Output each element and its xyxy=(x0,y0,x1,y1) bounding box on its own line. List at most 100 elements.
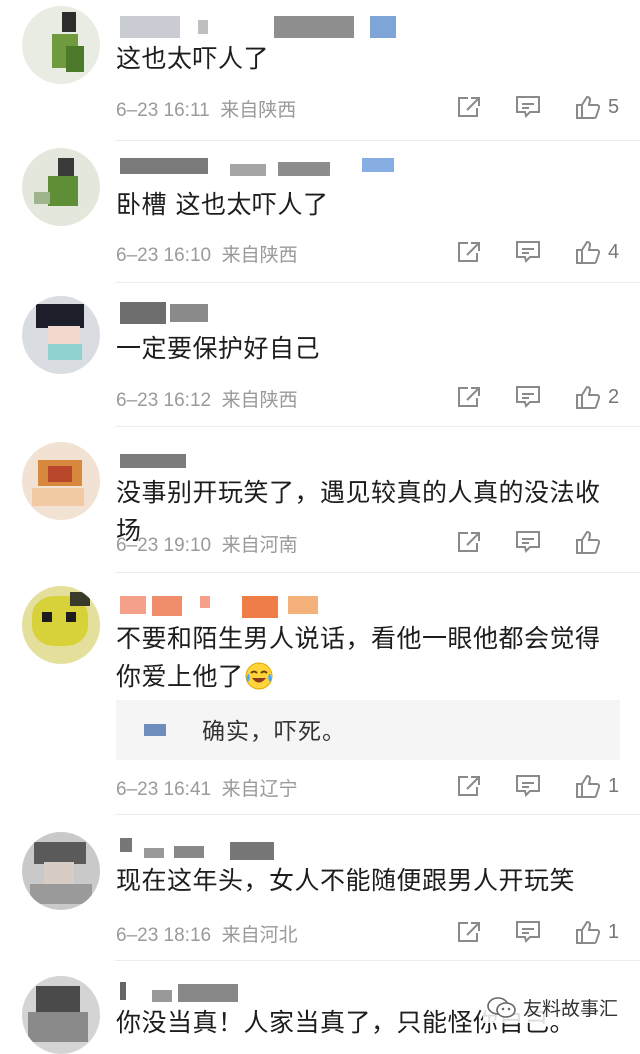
share-button[interactable] xyxy=(456,530,482,554)
comment-button[interactable] xyxy=(514,919,542,945)
divider xyxy=(115,572,640,573)
comment-time: 6–23 19:10 xyxy=(116,535,212,556)
comment-icon xyxy=(516,241,540,263)
comment-button[interactable] xyxy=(514,529,542,555)
comment-time: 6–23 16:11 xyxy=(116,100,210,121)
like-button[interactable]: 1 xyxy=(574,773,620,799)
comment-meta: 6–23 19:10 来自河南 xyxy=(116,530,298,557)
like-count: 5 xyxy=(608,95,620,118)
comment-button[interactable] xyxy=(514,773,542,799)
comment-meta: 6–23 16:12 来自陕西 xyxy=(116,385,298,412)
comment-meta: 6–23 18:16 来自河北 xyxy=(116,920,298,947)
like-button[interactable] xyxy=(574,529,620,555)
thumbs-up-icon xyxy=(576,774,601,798)
comment-icon xyxy=(516,96,540,118)
comment-location: 来自陕西 xyxy=(220,100,297,121)
avatar[interactable] xyxy=(22,586,100,664)
comment-text-content: 不要和陌生男人说话，看他一眼他都会觉得你爱上他了 xyxy=(116,624,601,691)
comment-actions: 2 xyxy=(456,382,620,412)
comment-time: 6–23 16:12 xyxy=(116,390,212,411)
laugh-cry-emoji-icon xyxy=(245,662,273,690)
username-blurred[interactable] xyxy=(118,838,278,860)
comment-actions: 4 xyxy=(456,237,620,267)
comment-button[interactable] xyxy=(514,384,542,410)
comment-time: 6–23 16:10 xyxy=(116,245,212,266)
comment-item: 没事别开玩笑了，遇见较真的人真的没法收场 6–23 19:10 来自河南 xyxy=(0,428,640,570)
comment-location: 来自陕西 xyxy=(221,390,298,411)
comment-actions: 1 xyxy=(456,917,620,947)
share-icon xyxy=(458,242,480,262)
thumbs-up-icon xyxy=(576,385,601,409)
comment-time: 6–23 16:41 xyxy=(116,779,212,800)
watermark: 友料故事汇 xyxy=(482,992,622,1023)
avatar[interactable] xyxy=(22,976,100,1054)
avatar[interactable] xyxy=(22,442,100,520)
like-count: 4 xyxy=(608,240,620,263)
share-icon xyxy=(458,387,480,407)
reply-text: 确实，吓死。 xyxy=(202,719,346,745)
thumbs-up-icon xyxy=(576,95,601,119)
wechat-icon xyxy=(487,996,516,1018)
watermark-text: 友料故事汇 xyxy=(522,998,618,1020)
like-button[interactable]: 5 xyxy=(574,94,620,120)
like-count: 2 xyxy=(608,385,620,408)
like-button[interactable]: 1 xyxy=(574,919,620,945)
comment-icon xyxy=(516,531,540,553)
comment-meta: 6–23 16:41 来自辽宁 xyxy=(116,774,298,801)
comment-location: 来自河南 xyxy=(221,535,298,556)
comment-text: 不要和陌生男人说话，看他一眼他都会觉得你爱上他了 xyxy=(116,620,620,696)
comment-text: 现在这年头，女人不能随便跟男人开玩笑 xyxy=(116,866,576,895)
comment-item: 卧槽 这也太吓人了 6–23 16:10 来自陕西 4 xyxy=(0,142,640,280)
share-icon xyxy=(458,97,480,117)
divider xyxy=(115,814,640,815)
like-count: 1 xyxy=(608,920,620,943)
comment-location: 来自辽宁 xyxy=(221,779,298,800)
comment-actions xyxy=(456,527,620,557)
comment-meta: 6–23 16:11 来自陕西 xyxy=(116,95,296,122)
divider xyxy=(115,140,640,141)
username-blurred[interactable] xyxy=(118,158,398,180)
comment-item: 现在这年头，女人不能随便跟男人开玩笑 6–23 18:16 来自河北 1 xyxy=(0,816,640,958)
comment-location: 来自陕西 xyxy=(221,245,298,266)
avatar[interactable] xyxy=(22,832,100,910)
like-button[interactable]: 4 xyxy=(574,239,620,265)
divider xyxy=(115,960,640,961)
avatar[interactable] xyxy=(22,6,100,84)
comment-time: 6–23 18:16 xyxy=(116,925,212,946)
comment-text: 这也太吓人了 xyxy=(116,44,270,73)
reply-username-blurred[interactable] xyxy=(144,724,166,736)
comment-item: 一定要保护好自己 6–23 16:12 来自陕西 2 xyxy=(0,284,640,424)
avatar[interactable] xyxy=(22,148,100,226)
comment-item: 不要和陌生男人说话，看他一眼他都会觉得你爱上他了 确实，吓死。 6–23 16:… xyxy=(0,574,640,812)
comment-icon xyxy=(516,775,540,797)
username-blurred[interactable] xyxy=(118,16,398,38)
comment-location: 来自河北 xyxy=(221,925,298,946)
thumbs-up-icon xyxy=(576,530,601,554)
share-button[interactable] xyxy=(456,385,482,409)
divider xyxy=(115,282,640,283)
share-icon xyxy=(458,532,480,552)
username-blurred[interactable] xyxy=(118,596,328,618)
share-button[interactable] xyxy=(456,774,482,798)
share-button[interactable] xyxy=(456,95,482,119)
comment-actions: 1 xyxy=(456,771,620,801)
share-icon xyxy=(458,776,480,796)
like-count: 1 xyxy=(608,774,620,797)
reply-box[interactable]: 确实，吓死。 xyxy=(116,700,620,760)
username-blurred[interactable] xyxy=(118,982,248,1004)
divider xyxy=(115,426,640,427)
username-blurred[interactable] xyxy=(118,302,228,324)
comment-button[interactable] xyxy=(514,94,542,120)
comment-button[interactable] xyxy=(514,239,542,265)
like-button[interactable]: 2 xyxy=(574,384,620,410)
username-blurred[interactable] xyxy=(118,454,188,476)
thumbs-up-icon xyxy=(576,240,601,264)
avatar[interactable] xyxy=(22,296,100,374)
thumbs-up-icon xyxy=(576,920,601,944)
share-button[interactable] xyxy=(456,240,482,264)
comment-text: 一定要保护好自己 xyxy=(116,334,321,363)
comment-item: 这也太吓人了 6–23 16:11 来自陕西 5 xyxy=(0,0,640,138)
share-button[interactable] xyxy=(456,920,482,944)
comment-meta: 6–23 16:10 来自陕西 xyxy=(116,240,298,267)
share-icon xyxy=(458,922,480,942)
